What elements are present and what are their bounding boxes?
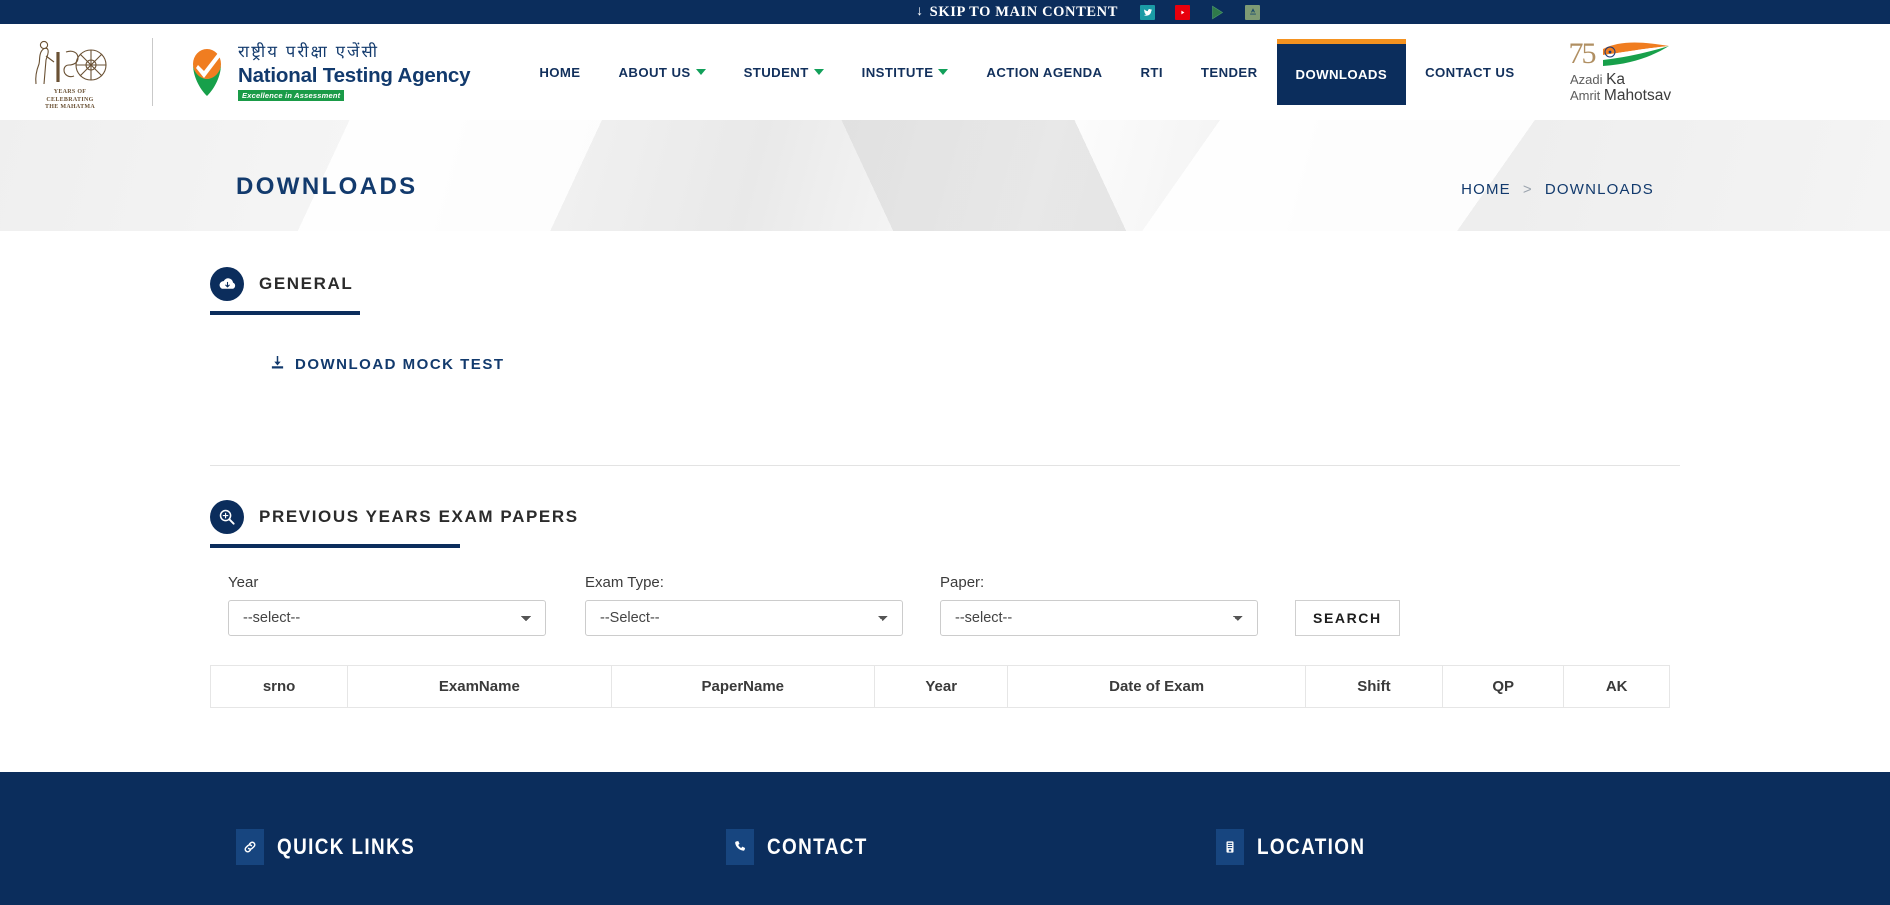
breadcrumb-home-link[interactable]: HOME: [1461, 181, 1511, 198]
cloud-download-icon: [210, 267, 244, 301]
chevron-down-icon: [813, 69, 824, 75]
nav-label: CONTACT US: [1425, 64, 1515, 80]
nav-item-rti[interactable]: RTI: [1121, 24, 1181, 120]
main-navigation: HOME ABOUT US STUDENT INSTITUTE ACTION A…: [520, 24, 1533, 120]
footer-location-title: LOCATION: [1257, 834, 1366, 859]
nav-item-institute[interactable]: INSTITUTE: [843, 24, 968, 120]
chevron-down-icon: [938, 69, 949, 75]
gandhi-150-mark: [28, 36, 112, 88]
paper-label: Paper:: [940, 574, 985, 591]
nav-label: ABOUT US: [618, 64, 691, 80]
tricolour-flag-icon: [1602, 42, 1669, 66]
column-header-examname: ExamName: [347, 665, 612, 708]
nav-item-action-agenda[interactable]: ACTION AGENDA: [967, 24, 1121, 120]
footer-quick-links-title: QUICK LINKS: [277, 834, 416, 859]
column-header-ak: AK: [1563, 665, 1670, 708]
footer-location: LOCATION: [1216, 829, 1383, 865]
nta-logo[interactable]: राष्ट्रीय परीक्षा एजेंसी National Testin…: [187, 24, 471, 120]
exam-type-select[interactable]: --Select--: [585, 600, 903, 636]
paper-select[interactable]: --select--: [940, 600, 1258, 636]
phone-icon: [726, 829, 754, 865]
page-title: DOWNLOADS: [236, 172, 418, 200]
column-header-shift: Shift: [1304, 665, 1443, 708]
column-header-year: Year: [873, 665, 1009, 708]
nta-tagline: Excellence in Assessment: [238, 90, 345, 102]
header-divider: [152, 38, 153, 106]
exam-paper-filter-form: Year --select-- Exam Type: --Select-- Pa…: [210, 548, 1680, 636]
app-store-icon[interactable]: [1245, 4, 1260, 20]
site-footer: QUICK LINKS CONTACT LOCATION: [0, 772, 1890, 905]
footer-contact-title: CONTACT: [767, 834, 868, 859]
download-mock-test-link[interactable]: DOWNLOAD MOCK TEST: [270, 355, 504, 374]
nav-item-student[interactable]: STUDENT: [725, 24, 843, 120]
down-arrow-icon: ↓: [916, 4, 924, 19]
previous-papers-header: PREVIOUS YEARS EXAM PAPERS: [210, 500, 1680, 534]
nav-label: INSTITUTE: [861, 64, 934, 80]
social-links: [1140, 4, 1260, 20]
previous-papers-title: PREVIOUS YEARS EXAM PAPERS: [259, 507, 579, 526]
year-field: Year --select--: [228, 574, 585, 636]
azadi-wordmark: Azadi Ka Amrit Mahotsav: [1569, 70, 1672, 104]
azadi-ka-amrit-mahotsav-logo[interactable]: 75 Azadi Ka Amrit Mahotsav: [1560, 36, 1682, 105]
logo-150-caption: YEARS OF CELEBRATING THE MAHATMA: [44, 89, 96, 111]
google-play-icon[interactable]: [1210, 5, 1225, 20]
nav-item-downloads[interactable]: DOWNLOADS: [1276, 39, 1407, 105]
youtube-icon[interactable]: [1175, 4, 1190, 20]
building-icon: [1216, 829, 1244, 865]
year-label: Year: [228, 574, 259, 591]
column-header-papername: PaperName: [610, 665, 875, 708]
search-zoom-icon: [210, 500, 244, 534]
nav-label: HOME: [539, 64, 581, 80]
nav-label: ACTION AGENDA: [986, 64, 1103, 80]
download-mock-test-label: DOWNLOAD MOCK TEST: [295, 356, 505, 373]
nta-name-english: National Testing Agency: [238, 63, 471, 87]
page-banner: DOWNLOADS HOME > DOWNLOADS: [0, 120, 1890, 231]
breadcrumb-separator: >: [1522, 181, 1533, 198]
breadcrumb: HOME > DOWNLOADS: [1461, 181, 1654, 198]
year-select[interactable]: --select--: [228, 600, 546, 636]
search-button[interactable]: SEARCH: [1295, 600, 1400, 636]
footer-contact: CONTACT: [726, 829, 1216, 865]
nta-emblem-icon: [193, 49, 221, 96]
skip-to-main-content-label: SKIP TO MAIN CONTENT: [929, 3, 1118, 20]
table-header-row: srno ExamName PaperName Year Date of Exa…: [209, 665, 1670, 708]
general-section-title: GENERAL: [259, 274, 354, 293]
top-utility-bar: ↓ SKIP TO MAIN CONTENT: [0, 0, 1890, 24]
paper-field: Paper: --select--: [940, 574, 1295, 636]
nav-item-contact-us[interactable]: CONTACT US: [1406, 24, 1533, 120]
twitter-icon[interactable]: [1140, 4, 1155, 20]
breadcrumb-current: DOWNLOADS: [1544, 181, 1654, 198]
column-header-qp: QP: [1441, 665, 1565, 708]
mock-test-row: DOWNLOAD MOCK TEST: [210, 315, 1680, 375]
nta-name-hindi: राष्ट्रीय परीक्षा एजेंसी: [238, 42, 380, 61]
nav-item-home[interactable]: HOME: [520, 24, 599, 120]
nav-item-about-us[interactable]: ABOUT US: [600, 24, 725, 120]
azadi-numeral: 75: [1568, 36, 1597, 70]
exam-papers-table-wrapper: srno ExamName PaperName Year Date of Exa…: [209, 636, 1680, 708]
nav-label: TENDER: [1200, 64, 1258, 80]
previous-years-exam-papers-section: PREVIOUS YEARS EXAM PAPERS Year --select…: [209, 466, 1680, 708]
site-header: YEARS OF CELEBRATING THE MAHATMA राष्ट्र…: [0, 24, 1890, 120]
exam-type-field: Exam Type: --Select--: [585, 574, 940, 636]
exam-type-label: Exam Type:: [585, 574, 664, 591]
nav-label: DOWNLOADS: [1295, 67, 1388, 82]
logo-150-years[interactable]: YEARS OF CELEBRATING THE MAHATMA: [24, 24, 116, 120]
nav-item-tender[interactable]: TENDER: [1182, 24, 1277, 120]
nav-label: STUDENT: [743, 64, 809, 80]
column-header-date-of-exam: Date of Exam: [1007, 665, 1306, 708]
nav-label: RTI: [1140, 64, 1163, 80]
general-section: GENERAL DOWNLOAD MOCK TEST: [210, 231, 1680, 375]
column-header-srno: srno: [209, 665, 349, 708]
general-section-header: GENERAL: [210, 231, 1680, 301]
skip-to-main-content-link[interactable]: ↓ SKIP TO MAIN CONTENT: [916, 4, 1118, 21]
download-icon: [270, 355, 285, 374]
chevron-down-icon: [695, 69, 706, 75]
exam-papers-table: srno ExamName PaperName Year Date of Exa…: [209, 665, 1670, 708]
footer-quick-links: QUICK LINKS: [236, 829, 726, 865]
page-content: GENERAL DOWNLOAD MOCK TEST PREVIOUS YEAR…: [0, 231, 1890, 708]
link-icon: [236, 829, 264, 865]
